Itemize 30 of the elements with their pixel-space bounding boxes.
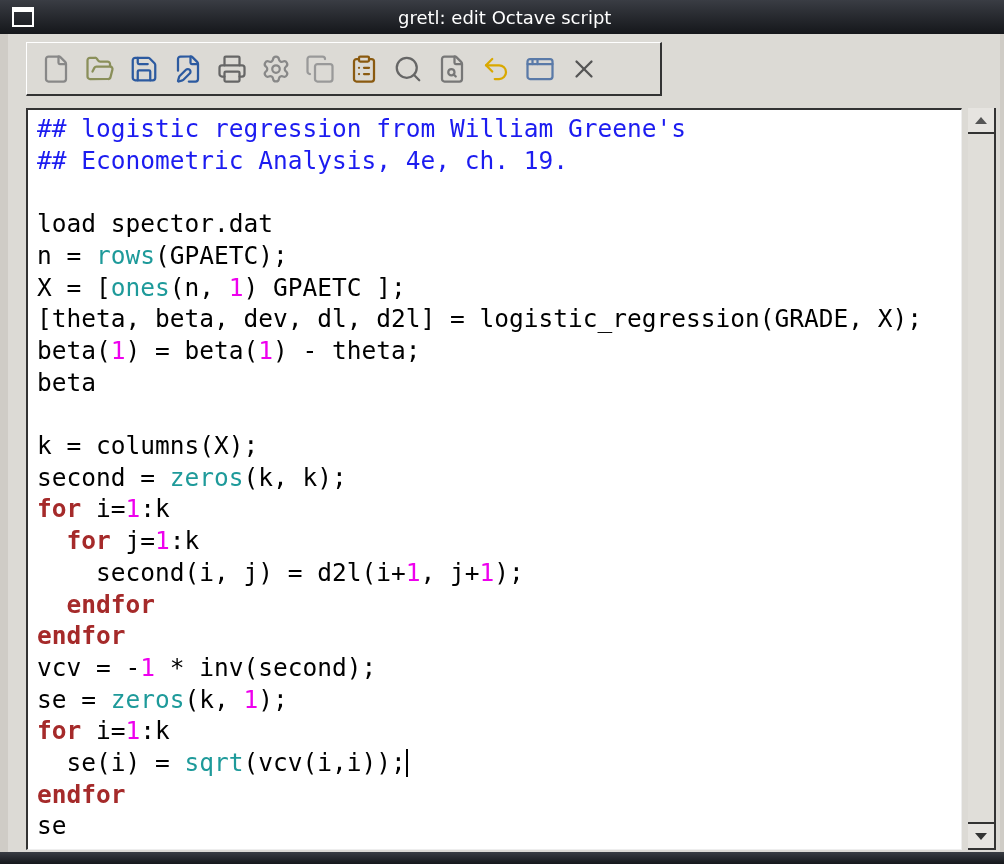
code-line: endfor: [37, 620, 126, 652]
code-line: beta: [37, 366, 96, 399]
up-triangle-icon: [975, 116, 988, 124]
code-line: endfor: [65, 588, 155, 621]
code-line: vcv = -1 * inv(second);: [37, 651, 377, 684]
code-line: se = zeros(k, 1);: [37, 683, 288, 716]
code-line: for i=1:k: [37, 493, 170, 526]
code-line: ## Econometric Analysis, 4e, ch. 19.: [37, 144, 568, 177]
code-line: se(i) = sqrt(vcv(i,i));: [65, 747, 406, 779]
code-line: ## logistic regression from William Greene's: [37, 113, 686, 145]
down-triangle-icon: [975, 832, 988, 840]
code-line: X = [ones(n, 1) GPAETC ];: [37, 271, 406, 304]
code-line: n = rows(GPAETC);: [37, 239, 288, 272]
window-title: gretl: edit Octave script: [398, 5, 612, 30]
code-line: k = columns(X);: [37, 430, 259, 462]
code-line: second(i, j) = d2l(i+1, j+1);: [95, 556, 524, 589]
code-line: endfor: [37, 778, 126, 811]
gear-icon[interactable]: [261, 53, 291, 84]
code-editor[interactable]: [26, 108, 963, 850]
scroll-down-button[interactable]: [968, 824, 994, 850]
code-line: beta(1) = beta(1) - theta;: [37, 334, 421, 367]
code-line: second = zeros(k, k);: [37, 461, 347, 494]
printer-icon[interactable]: [217, 53, 247, 84]
code-line: load spector.dat: [37, 208, 273, 240]
window-menu-icon[interactable]: [12, 7, 34, 27]
code-line: for j=1:k: [65, 525, 200, 557]
code-line: se: [37, 810, 67, 843]
scroll-up-button[interactable]: [968, 108, 994, 134]
code-line: for i=1:k: [37, 715, 170, 748]
code-line: [theta, beta, dev, dl, d2l] = logistic_regression(GRADE, X);: [37, 303, 922, 335]
